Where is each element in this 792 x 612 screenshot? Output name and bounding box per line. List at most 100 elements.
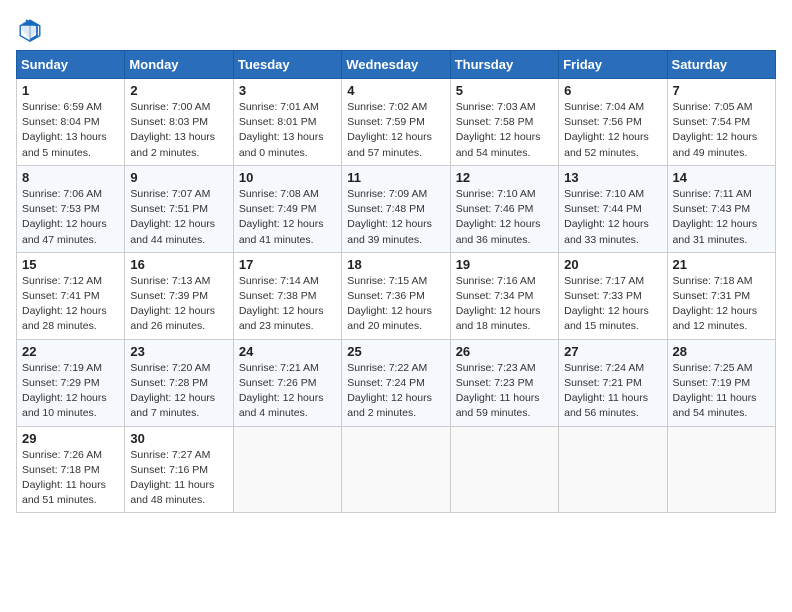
day-detail: Sunrise: 7:25 AM Sunset: 7:19 PM Dayligh…	[673, 361, 770, 422]
calendar-cell: 17 Sunrise: 7:14 AM Sunset: 7:38 PM Dayli…	[233, 252, 341, 339]
page-header	[16, 16, 776, 44]
day-number: 24	[239, 344, 336, 359]
day-detail: Sunrise: 7:21 AM Sunset: 7:26 PM Dayligh…	[239, 361, 336, 422]
day-number: 1	[22, 83, 119, 98]
calendar-cell	[233, 426, 341, 513]
day-number: 20	[564, 257, 661, 272]
calendar-cell: 1 Sunrise: 6:59 AM Sunset: 8:04 PM Daylig…	[17, 79, 125, 166]
day-number: 10	[239, 170, 336, 185]
day-detail: Sunrise: 7:05 AM Sunset: 7:54 PM Dayligh…	[673, 100, 770, 161]
day-detail: Sunrise: 6:59 AM Sunset: 8:04 PM Dayligh…	[22, 100, 119, 161]
calendar-cell: 12Sunrise: 7:10 AM Sunset: 7:46 PM Dayli…	[450, 165, 558, 252]
calendar-cell	[342, 426, 450, 513]
day-number: 3	[239, 83, 336, 98]
calendar-cell: 27Sunrise: 7:24 AM Sunset: 7:21 PM Dayli…	[559, 339, 667, 426]
day-number: 22	[22, 344, 119, 359]
calendar-cell	[667, 426, 775, 513]
calendar-cell: 14 Sunrise: 7:11 AM Sunset: 7:43 PM Dayli…	[667, 165, 775, 252]
calendar-cell: 25Sunrise: 7:22 AM Sunset: 7:24 PM Dayli…	[342, 339, 450, 426]
day-number: 4	[347, 83, 444, 98]
calendar-table: SundayMondayTuesdayWednesdayThursdayFrid…	[16, 50, 776, 513]
calendar-cell: 3 Sunrise: 7:01 AM Sunset: 8:01 PM Daylig…	[233, 79, 341, 166]
weekday-header-tuesday: Tuesday	[233, 51, 341, 79]
calendar-cell: 7 Sunrise: 7:05 AM Sunset: 7:54 PM Daylig…	[667, 79, 775, 166]
day-detail: Sunrise: 7:27 AM Sunset: 7:16 PM Dayligh…	[130, 448, 227, 509]
calendar-cell: 15 Sunrise: 7:12 AM Sunset: 7:41 PM Dayli…	[17, 252, 125, 339]
calendar-cell: 2 Sunrise: 7:00 AM Sunset: 8:03 PM Daylig…	[125, 79, 233, 166]
day-number: 19	[456, 257, 553, 272]
day-detail: Sunrise: 7:18 AM Sunset: 7:31 PM Dayligh…	[673, 274, 770, 335]
day-detail: Sunrise: 7:00 AM Sunset: 8:03 PM Dayligh…	[130, 100, 227, 161]
day-number: 2	[130, 83, 227, 98]
day-number: 7	[673, 83, 770, 98]
calendar-week-row: 8 Sunrise: 7:06 AM Sunset: 7:53 PM Daylig…	[17, 165, 776, 252]
day-number: 9	[130, 170, 227, 185]
day-number: 13	[564, 170, 661, 185]
calendar-week-row: 22Sunrise: 7:19 AM Sunset: 7:29 PM Dayli…	[17, 339, 776, 426]
day-detail: Sunrise: 7:22 AM Sunset: 7:24 PM Dayligh…	[347, 361, 444, 422]
day-number: 21	[673, 257, 770, 272]
calendar-cell	[450, 426, 558, 513]
day-detail: Sunrise: 7:17 AM Sunset: 7:33 PM Dayligh…	[564, 274, 661, 335]
calendar-cell: 11 Sunrise: 7:09 AM Sunset: 7:48 PM Dayli…	[342, 165, 450, 252]
day-detail: Sunrise: 7:06 AM Sunset: 7:53 PM Dayligh…	[22, 187, 119, 248]
day-detail: Sunrise: 7:07 AM Sunset: 7:51 PM Dayligh…	[130, 187, 227, 248]
day-number: 29	[22, 431, 119, 446]
day-detail: Sunrise: 7:12 AM Sunset: 7:41 PM Dayligh…	[22, 274, 119, 335]
calendar-week-row: 15 Sunrise: 7:12 AM Sunset: 7:41 PM Dayli…	[17, 252, 776, 339]
day-number: 15	[22, 257, 119, 272]
day-number: 26	[456, 344, 553, 359]
calendar-cell: 19 Sunrise: 7:16 AM Sunset: 7:34 PM Dayli…	[450, 252, 558, 339]
calendar-cell: 9 Sunrise: 7:07 AM Sunset: 7:51 PM Daylig…	[125, 165, 233, 252]
day-detail: Sunrise: 7:04 AM Sunset: 7:56 PM Dayligh…	[564, 100, 661, 161]
day-detail: Sunrise: 7:23 AM Sunset: 7:23 PM Dayligh…	[456, 361, 553, 422]
logo-icon	[16, 16, 44, 44]
calendar-cell: 8 Sunrise: 7:06 AM Sunset: 7:53 PM Daylig…	[17, 165, 125, 252]
day-number: 23	[130, 344, 227, 359]
day-number: 17	[239, 257, 336, 272]
day-detail: Sunrise: 7:08 AM Sunset: 7:49 PM Dayligh…	[239, 187, 336, 248]
day-number: 5	[456, 83, 553, 98]
day-number: 14	[673, 170, 770, 185]
day-detail: Sunrise: 7:10 AM Sunset: 7:46 PM Dayligh…	[456, 187, 553, 248]
calendar-cell: 23 Sunrise: 7:20 AM Sunset: 7:28 PM Dayli…	[125, 339, 233, 426]
calendar-cell: 29 Sunrise: 7:26 AM Sunset: 7:18 PM Dayli…	[17, 426, 125, 513]
day-detail: Sunrise: 7:02 AM Sunset: 7:59 PM Dayligh…	[347, 100, 444, 161]
day-detail: Sunrise: 7:09 AM Sunset: 7:48 PM Dayligh…	[347, 187, 444, 248]
calendar-cell: 13 Sunrise: 7:10 AM Sunset: 7:44 PM Dayli…	[559, 165, 667, 252]
logo	[16, 16, 48, 44]
day-detail: Sunrise: 7:03 AM Sunset: 7:58 PM Dayligh…	[456, 100, 553, 161]
calendar-cell: 10 Sunrise: 7:08 AM Sunset: 7:49 PM Dayli…	[233, 165, 341, 252]
day-number: 28	[673, 344, 770, 359]
calendar-cell: 5 Sunrise: 7:03 AM Sunset: 7:58 PM Daylig…	[450, 79, 558, 166]
day-number: 30	[130, 431, 227, 446]
weekday-header-monday: Monday	[125, 51, 233, 79]
day-detail: Sunrise: 7:10 AM Sunset: 7:44 PM Dayligh…	[564, 187, 661, 248]
day-detail: Sunrise: 7:15 AM Sunset: 7:36 PM Dayligh…	[347, 274, 444, 335]
calendar-cell: 22Sunrise: 7:19 AM Sunset: 7:29 PM Dayli…	[17, 339, 125, 426]
day-detail: Sunrise: 7:01 AM Sunset: 8:01 PM Dayligh…	[239, 100, 336, 161]
day-detail: Sunrise: 7:20 AM Sunset: 7:28 PM Dayligh…	[130, 361, 227, 422]
calendar-cell: 30 Sunrise: 7:27 AM Sunset: 7:16 PM Dayli…	[125, 426, 233, 513]
calendar-cell: 24 Sunrise: 7:21 AM Sunset: 7:26 PM Dayli…	[233, 339, 341, 426]
day-detail: Sunrise: 7:16 AM Sunset: 7:34 PM Dayligh…	[456, 274, 553, 335]
day-number: 8	[22, 170, 119, 185]
weekday-header-sunday: Sunday	[17, 51, 125, 79]
weekday-header-saturday: Saturday	[667, 51, 775, 79]
weekday-header-row: SundayMondayTuesdayWednesdayThursdayFrid…	[17, 51, 776, 79]
calendar-cell: 21 Sunrise: 7:18 AM Sunset: 7:31 PM Dayli…	[667, 252, 775, 339]
calendar-week-row: 1 Sunrise: 6:59 AM Sunset: 8:04 PM Daylig…	[17, 79, 776, 166]
day-detail: Sunrise: 7:13 AM Sunset: 7:39 PM Dayligh…	[130, 274, 227, 335]
day-number: 16	[130, 257, 227, 272]
day-number: 18	[347, 257, 444, 272]
calendar-cell: 6Sunrise: 7:04 AM Sunset: 7:56 PM Daylig…	[559, 79, 667, 166]
calendar-cell: 4 Sunrise: 7:02 AM Sunset: 7:59 PM Daylig…	[342, 79, 450, 166]
weekday-header-wednesday: Wednesday	[342, 51, 450, 79]
weekday-header-thursday: Thursday	[450, 51, 558, 79]
day-detail: Sunrise: 7:14 AM Sunset: 7:38 PM Dayligh…	[239, 274, 336, 335]
day-detail: Sunrise: 7:26 AM Sunset: 7:18 PM Dayligh…	[22, 448, 119, 509]
day-number: 11	[347, 170, 444, 185]
day-detail: Sunrise: 7:11 AM Sunset: 7:43 PM Dayligh…	[673, 187, 770, 248]
weekday-header-friday: Friday	[559, 51, 667, 79]
calendar-cell: 20 Sunrise: 7:17 AM Sunset: 7:33 PM Dayli…	[559, 252, 667, 339]
